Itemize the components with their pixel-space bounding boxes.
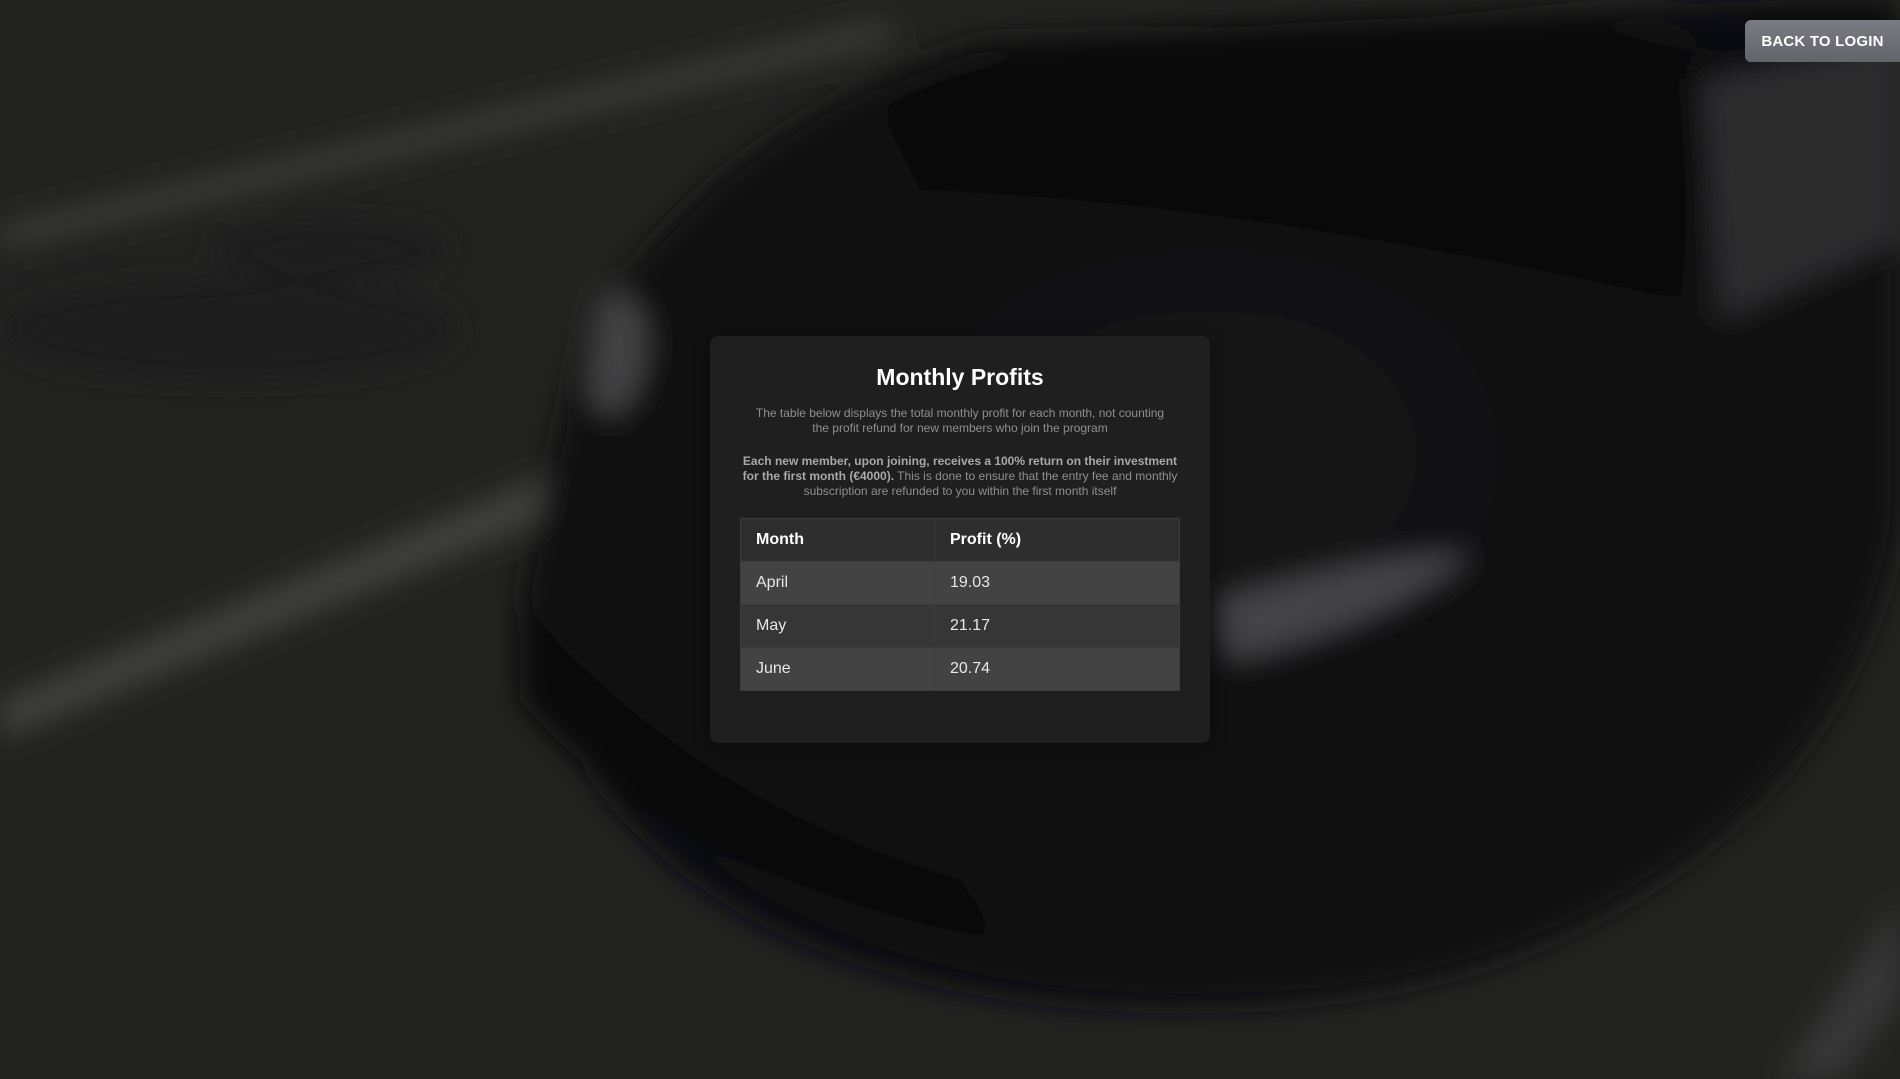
cell-profit: 21.17 xyxy=(934,604,1180,648)
monthly-profits-card: Monthly Profits The table below displays… xyxy=(710,336,1210,743)
table-header-row: Month Profit (%) xyxy=(740,518,1180,562)
cell-profit: 19.03 xyxy=(934,561,1180,605)
back-to-login-button[interactable]: BACK TO LOGIN xyxy=(1745,20,1900,62)
card-title: Monthly Profits xyxy=(876,364,1044,390)
page: BACK TO LOGIN Monthly Profits The table … xyxy=(0,0,1900,1079)
cell-month: May xyxy=(740,604,935,648)
column-header-month: Month xyxy=(740,518,935,562)
card-note: Each new member, upon joining, receives … xyxy=(740,454,1180,499)
profits-table: Month Profit (%) April 19.03 May 21.17 J… xyxy=(740,518,1180,691)
table-row: April 19.03 xyxy=(740,561,1180,605)
cell-profit: 20.74 xyxy=(934,647,1180,691)
cell-month: June xyxy=(740,647,935,691)
table-row: June 20.74 xyxy=(740,647,1180,691)
column-header-profit: Profit (%) xyxy=(934,518,1180,562)
table-row: May 21.17 xyxy=(740,604,1180,648)
cell-month: April xyxy=(740,561,935,605)
card-description: The table below displays the total month… xyxy=(755,406,1165,435)
